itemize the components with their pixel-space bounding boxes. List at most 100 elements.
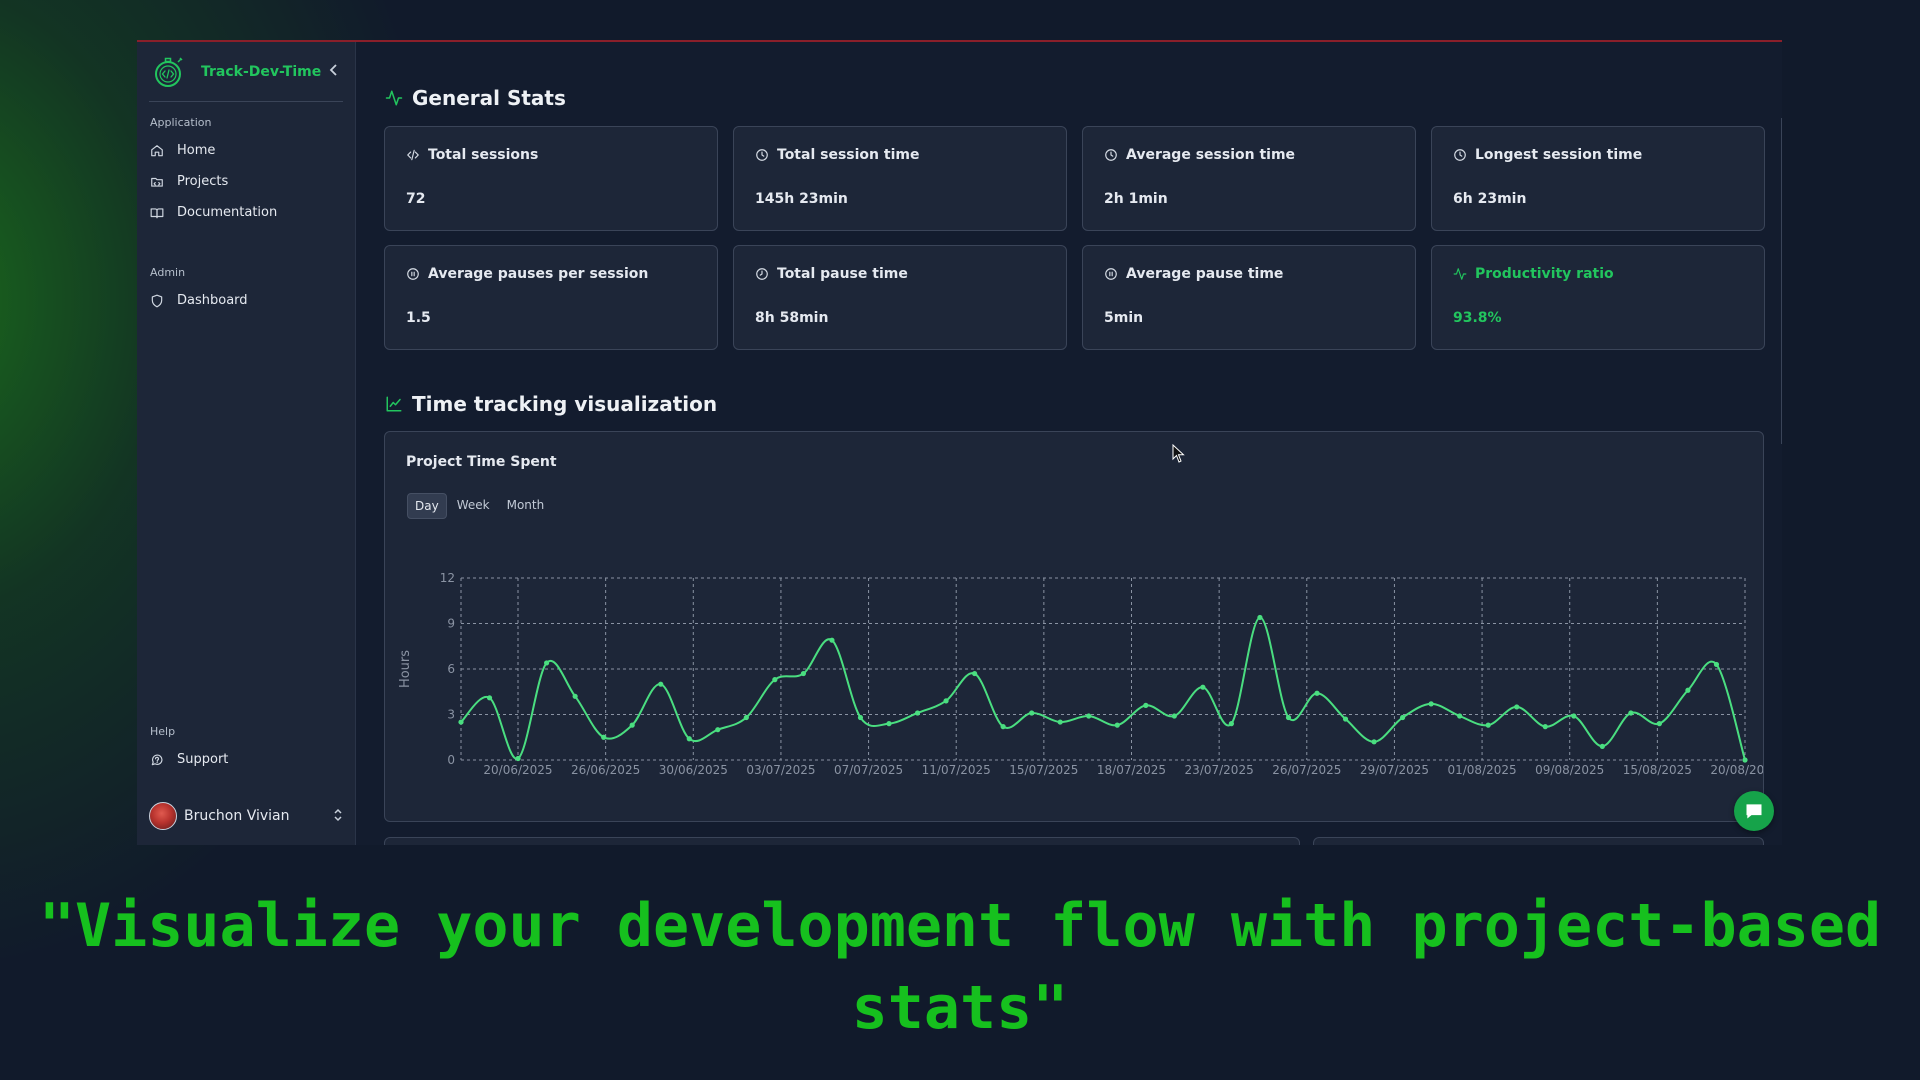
- brand-header: Track-Dev-Time: [149, 42, 343, 102]
- y-axis-label: Hours: [398, 650, 413, 688]
- line-chart: 0 3 6 9 12 20/06/2025 26/06/2025 30/06/2025 03/0…: [398, 571, 1763, 777]
- app-name: Track-Dev-Time: [201, 63, 322, 80]
- activity-icon: [1453, 268, 1467, 280]
- stat-value: 6h 23min: [1453, 191, 1527, 207]
- sidebar-item-home[interactable]: Home: [149, 135, 343, 166]
- data-point: [1000, 724, 1006, 730]
- user-name: Bruchon Vivian: [184, 808, 290, 824]
- data-point: [1485, 722, 1491, 728]
- group-label-application: Application: [150, 116, 212, 129]
- stat-value: 1.5: [406, 310, 431, 326]
- x-tick-label: 09/08/2025: [1535, 763, 1604, 777]
- group-label-help: Help: [150, 725, 176, 738]
- data-point: [458, 719, 464, 725]
- stats-grid: Total sessions 72 Total session time 145…: [384, 126, 1765, 350]
- line-chart-icon: [386, 396, 402, 412]
- data-point: [629, 722, 635, 728]
- data-point: [572, 693, 578, 699]
- data-point: [1656, 721, 1662, 727]
- x-tick-label: 01/08/2025: [1447, 763, 1516, 777]
- clock-icon: [1454, 149, 1466, 161]
- clock-icon: [756, 149, 768, 161]
- x-tick-label: 03/07/2025: [746, 763, 815, 777]
- shield-icon: [151, 294, 163, 307]
- x-tick-label: 07/07/2025: [834, 763, 903, 777]
- pause-icon: [1105, 268, 1117, 280]
- x-tick-label: 11/07/2025: [922, 763, 991, 777]
- data-point: [1342, 716, 1349, 722]
- data-point: [1713, 661, 1720, 668]
- data-point: [886, 721, 892, 727]
- chart-title: Project Time Spent: [406, 454, 557, 470]
- data-point: [544, 660, 550, 666]
- sidebar-item-dashboard[interactable]: Dashboard: [149, 285, 343, 316]
- stat-value: 72: [406, 191, 426, 207]
- tab-month[interactable]: Month: [500, 493, 552, 519]
- stat-card-productivity-ratio: Productivity ratio 93.8%: [1431, 245, 1765, 350]
- x-tick-label: 18/07/2025: [1097, 763, 1166, 777]
- chat-widget-button[interactable]: [1734, 791, 1774, 831]
- sidebar-item-support[interactable]: Support: [149, 744, 343, 775]
- project-time-chart-card: Project Time Spent Day Week Month 0 3 6 9 12…: [384, 431, 1764, 822]
- stopwatch-logo-icon: [155, 56, 183, 87]
- visualization-title: Time tracking visualization: [385, 392, 717, 416]
- x-tick-label: 30/06/2025: [659, 763, 728, 777]
- stat-card-total-session-time: Total session time 145h 23min: [733, 126, 1067, 231]
- sidebar-item-label: Projects: [177, 174, 229, 189]
- data-point: [1628, 710, 1634, 716]
- stat-card-average-pause-time: Average pause time 5min: [1082, 245, 1416, 350]
- x-tick-label: 29/07/2025: [1360, 763, 1429, 777]
- tagline: "Visualize your development flow with pr…: [38, 891, 1882, 1043]
- y-tick-label: 0: [447, 753, 455, 767]
- data-point: [686, 736, 692, 742]
- data-point: [1086, 713, 1092, 719]
- x-tick-label: 20/06/2025: [483, 763, 552, 777]
- chevrons-up-down-icon[interactable]: [333, 808, 343, 825]
- book-icon: [150, 207, 164, 218]
- data-point: [1200, 684, 1206, 690]
- x-tick-label: 23/07/2025: [1185, 763, 1254, 777]
- sidebar-item-projects[interactable]: Projects: [149, 166, 343, 197]
- x-tick-label: 15/07/2025: [1009, 763, 1078, 777]
- data-point: [943, 698, 949, 704]
- x-tick-label: 20/08/2025: [1710, 763, 1763, 777]
- x-tick-label: 26/07/2025: [1272, 763, 1341, 777]
- sidebar-item-label: Support: [177, 752, 229, 767]
- app-window: Track-Dev-Time Application Home Projects…: [137, 40, 1782, 845]
- data-point: [1057, 719, 1063, 725]
- scrollbar[interactable]: [1781, 118, 1782, 444]
- help-section: Help Support: [149, 711, 343, 775]
- collapse-sidebar-button[interactable]: [325, 63, 343, 80]
- data-point: [1457, 713, 1463, 719]
- clock-icon: [756, 268, 768, 280]
- chevron-left-icon: [329, 63, 337, 76]
- data-point: [1542, 724, 1548, 730]
- stat-card-total-sessions: Total sessions 72: [384, 126, 718, 231]
- sidebar-item-documentation[interactable]: Documentation: [149, 197, 343, 228]
- stat-card-average-pauses: Average pauses per session 1.5: [384, 245, 718, 350]
- data-point: [1257, 614, 1263, 621]
- tab-day[interactable]: Day: [407, 493, 447, 519]
- y-tick-label: 9: [447, 617, 455, 631]
- sidebar: Track-Dev-Time Application Home Projects…: [137, 42, 356, 845]
- data-point: [972, 670, 978, 677]
- mouse-cursor-icon: [1172, 444, 1185, 463]
- folder-icon: [151, 177, 163, 187]
- user-menu[interactable]: Bruchon Vivian: [149, 801, 343, 831]
- code-icon: [407, 149, 419, 161]
- data-point: [1571, 713, 1577, 719]
- data-point: [515, 755, 521, 762]
- data-point: [1599, 743, 1605, 749]
- clock-icon: [1105, 149, 1117, 161]
- stat-value: 2h 1min: [1104, 191, 1168, 207]
- x-tick-label: 15/08/2025: [1623, 763, 1692, 777]
- data-point: [1114, 722, 1120, 728]
- home-icon: [151, 144, 163, 156]
- data-point: [1143, 702, 1149, 708]
- tab-week[interactable]: Week: [450, 493, 497, 519]
- series-line: [460, 616, 1746, 761]
- general-stats-title: General Stats: [385, 86, 566, 110]
- message-icon: [1746, 804, 1762, 819]
- data-point: [658, 681, 664, 687]
- data-point: [772, 677, 778, 683]
